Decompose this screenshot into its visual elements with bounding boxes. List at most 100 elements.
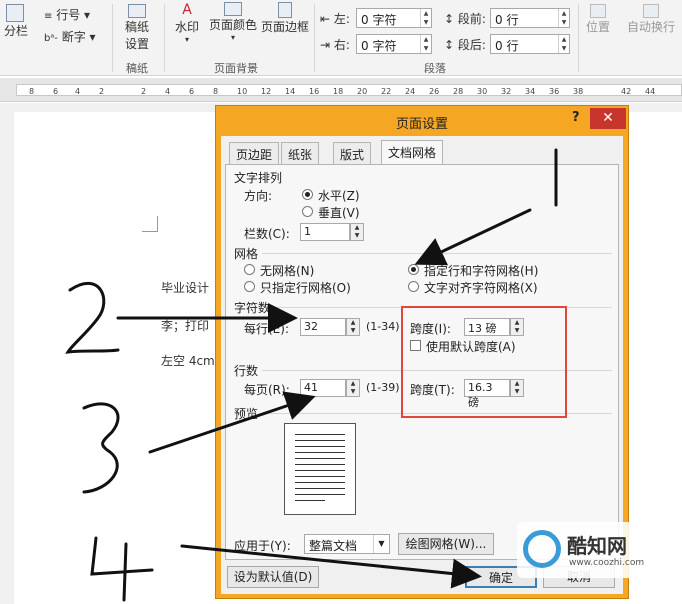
line-and-char-grid-label: 指定行和字符网格(H) (424, 264, 539, 278)
preview-line (295, 446, 345, 447)
doc-line: 毕业设计 (161, 281, 210, 295)
chars-per-line-stepper[interactable]: ▲ ▼ (346, 318, 360, 336)
ruler-tick-label: 8 (29, 87, 35, 96)
snap-to-char-grid-radio[interactable] (408, 281, 419, 292)
chevron-down-icon: ▼ (373, 535, 389, 553)
ruler-tick-label: 26 (429, 87, 440, 96)
highlight-box (401, 306, 567, 418)
preview-line (295, 494, 345, 495)
tab-margins[interactable]: 页边距 (229, 142, 280, 164)
draft-paper-button[interactable]: 稿纸 设置 (120, 4, 154, 52)
ruler-tick-label: 28 (453, 87, 464, 96)
separator (578, 4, 579, 72)
preview-line (295, 434, 345, 435)
page-border-button[interactable]: 页面边框 (260, 2, 310, 35)
lines-per-page-input[interactable]: 41 (300, 379, 346, 397)
help-button[interactable]: ? (572, 110, 580, 125)
chars-per-line-input[interactable]: 32 (300, 318, 346, 336)
indent-right-label: ⇥ 右: (320, 38, 350, 52)
spin-arrows-icon[interactable]: ▲ ▼ (420, 35, 431, 53)
ruler-tick-label: 16 (309, 87, 320, 96)
draw-grid-button[interactable]: 绘图网格(W)... (398, 533, 494, 555)
ruler-tick-label: 2 (141, 87, 147, 96)
site-watermark: 酷知网 www.coozhi.com (517, 522, 657, 578)
vertical-radio[interactable] (302, 206, 313, 217)
dialog-titlebar[interactable]: 页面设置 ? ✕ (216, 106, 628, 136)
apply-to-select[interactable]: 整篇文档 ▼ (304, 534, 390, 554)
doc-line: 左空 4cm (161, 354, 215, 368)
hyphenation-button[interactable]: bᵃ- 断字 ▾ (44, 28, 96, 45)
site-url: www.coozhi.com (569, 558, 645, 568)
dialog-title: 页面设置 (395, 117, 448, 132)
spin-arrows-icon[interactable]: ▲ ▼ (558, 35, 569, 53)
site-logo-icon (523, 530, 561, 568)
tab-layout[interactable]: 版式 (333, 142, 372, 164)
ruler-tick-label: 12 (261, 87, 272, 96)
section-text-direction: 文字排列 (234, 171, 283, 185)
spin-arrows-icon[interactable]: ▲ ▼ (558, 9, 569, 27)
separator (314, 4, 315, 72)
page-color-button[interactable]: 页面颜色 ▾ (208, 2, 258, 42)
ruler-tick-label: 14 (285, 87, 296, 96)
horizontal-label: 水平(Z) (318, 189, 360, 203)
indent-right-input[interactable]: 0 字符 ▲ ▼ (356, 34, 432, 54)
ruler-tick-label: 38 (573, 87, 584, 96)
space-after-icon: ↕ (444, 38, 455, 52)
section-characters: 字符数 (234, 301, 271, 315)
columns-icon (6, 4, 24, 22)
ruler-tick-label: 34 (525, 87, 536, 96)
ruler-tick-label: 32 (501, 87, 512, 96)
horizontal-radio[interactable] (302, 189, 313, 200)
ruler-tick-label: 10 (237, 87, 248, 96)
line-grid-only-label: 只指定行网格(O) (260, 281, 351, 295)
position-button[interactable]: 位置 (584, 4, 612, 35)
line-and-char-grid-radio[interactable] (408, 264, 419, 275)
snap-to-char-grid-label: 文字对齐字符网格(X) (424, 281, 538, 295)
preview-line (295, 452, 345, 453)
tab-paper[interactable]: 纸张 (281, 142, 320, 164)
separator (262, 253, 612, 254)
direction-label: 方向: (244, 189, 273, 203)
indent-left-input[interactable]: 0 字符 ▲ ▼ (356, 8, 432, 28)
separator (112, 4, 113, 72)
page-color-icon (224, 2, 242, 16)
columns-input[interactable]: 1 (300, 223, 350, 241)
horizontal-ruler[interactable]: 8 6 4 2 2 4 6 8 10 12 14 16 18 20 22 24 26 28 30 32 34 36 38 42… (0, 78, 682, 102)
group-label-paragraph: 段落 (424, 62, 446, 75)
no-grid-radio[interactable] (244, 264, 255, 275)
line-numbers-icon: ≡ (44, 11, 53, 22)
columns-stepper[interactable]: ▲ ▼ (350, 223, 364, 241)
indent-right-icon: ⇥ (320, 38, 331, 52)
lines-per-page-stepper[interactable]: ▲ ▼ (346, 379, 360, 397)
section-lines: 行数 (234, 364, 259, 378)
watermark-button[interactable]: A 水印 ▾ (172, 2, 202, 44)
ruler-tick-label: 2 (99, 87, 105, 96)
watermark-icon: A (182, 2, 192, 18)
no-grid-label: 无网格(N) (260, 264, 315, 278)
page-border-icon (278, 2, 292, 18)
vertical-label: 垂直(V) (318, 206, 360, 220)
columns-button[interactable]: 分栏 (4, 4, 28, 39)
space-before-input[interactable]: 0 行 ▲ ▼ (490, 8, 570, 28)
ruler-tick-label: 4 (75, 87, 81, 96)
close-button[interactable]: ✕ (590, 108, 626, 129)
preview-page (284, 423, 356, 515)
position-icon (590, 4, 606, 18)
preview-line (295, 470, 345, 471)
line-numbers-button[interactable]: ≡ 行号 ▾ (44, 6, 90, 23)
line-grid-only-radio[interactable] (244, 281, 255, 292)
preview-line (295, 476, 345, 477)
columns-label: 栏数(C): (244, 227, 290, 241)
preview-line (295, 500, 325, 501)
wrap-text-button[interactable]: 自动换行 (620, 4, 682, 35)
doc-line: 李；打印 (161, 319, 210, 333)
ruler-tick-label: 24 (405, 87, 416, 96)
space-after-input[interactable]: 0 行 ▲ ▼ (490, 34, 570, 54)
ruler-tick-label: 8 (213, 87, 219, 96)
wrap-text-icon (643, 4, 659, 18)
group-label-draft: 稿纸 (126, 62, 148, 75)
spin-arrows-icon[interactable]: ▲ ▼ (420, 9, 431, 27)
ruler-tick-label: 42 (621, 87, 632, 96)
set-default-button[interactable]: 设为默认值(D) (227, 566, 319, 588)
tab-document-grid[interactable]: 文档网格 (381, 140, 444, 165)
